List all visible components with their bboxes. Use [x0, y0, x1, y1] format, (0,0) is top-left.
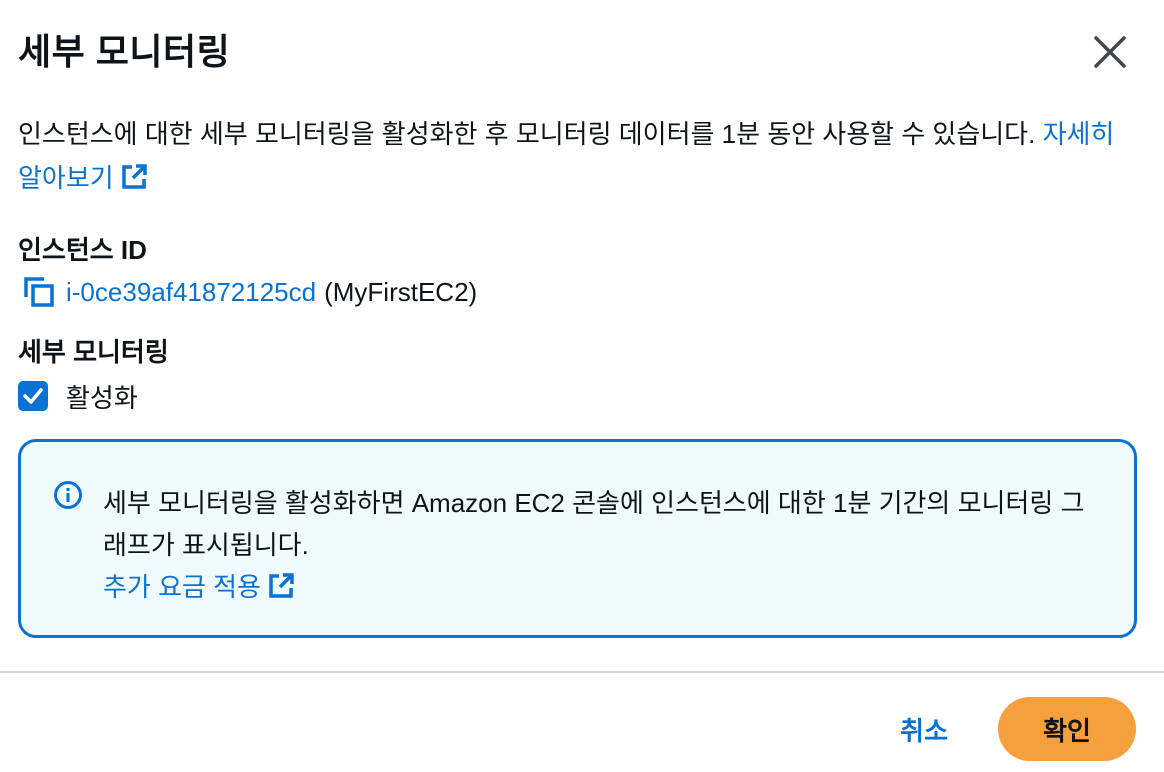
description: 인스턴스에 대한 세부 모니터링을 활성화한 후 모니터링 데이터를 1분 동안…	[18, 112, 1136, 200]
instance-id-link[interactable]: i-0ce39af41872125cd	[66, 277, 316, 308]
info-alert: 세부 모니터링을 활성화하면 Amazon EC2 콘솔에 인스턴스에 대한 1…	[18, 439, 1137, 638]
detailed-monitoring-section: 세부 모니터링	[18, 334, 169, 370]
alert-message: 세부 모니터링을 활성화하면 Amazon EC2 콘솔에 인스턴스에 대한 1…	[103, 482, 1094, 608]
instance-id-section: 인스턴스 ID	[18, 232, 147, 268]
instance-id-row: i-0ce39af41872125cd (MyFirstEC2)	[22, 272, 477, 312]
modal-header: 세부 모니터링	[18, 26, 1144, 82]
modal-title: 세부 모니터링	[18, 31, 231, 72]
enable-checkbox[interactable]	[18, 381, 48, 411]
additional-charges-label: 추가 요금 적용	[103, 572, 261, 602]
external-link-icon	[269, 573, 294, 598]
enable-checkbox-label: 활성화	[66, 382, 138, 413]
external-link-icon	[121, 164, 147, 189]
modal-body: 인스턴스에 대한 세부 모니터링을 활성화한 후 모니터링 데이터를 1분 동안…	[18, 112, 1136, 200]
detailed-monitoring-label: 세부 모니터링	[18, 337, 169, 367]
instance-id-label: 인스턴스 ID	[18, 235, 147, 265]
detailed-monitoring-modal: 세부 모니터링 인스턴스에 대한 세부 모니터링을 활성화한 후 모니터링 데이…	[0, 0, 1164, 772]
copy-icon[interactable]	[22, 275, 56, 309]
additional-charges-link[interactable]: 추가 요금 적용	[103, 572, 261, 602]
close-button[interactable]	[1090, 32, 1130, 72]
confirm-button[interactable]: 확인	[998, 697, 1136, 761]
checkmark-icon	[23, 388, 43, 404]
alert-text: 세부 모니터링을 활성화하면 Amazon EC2 콘솔에 인스턴스에 대한 1…	[103, 488, 1085, 560]
modal-footer: 취소 확인	[894, 697, 1136, 761]
close-icon	[1094, 36, 1126, 68]
instance-name: (MyFirstEC2)	[324, 276, 478, 307]
enable-checkbox-row[interactable]: 활성화	[18, 376, 138, 416]
description-text: 인스턴스에 대한 세부 모니터링을 활성화한 후 모니터링 데이터를 1분 동안…	[18, 119, 1043, 149]
info-icon	[54, 481, 82, 509]
footer-divider	[0, 671, 1164, 673]
cancel-button[interactable]: 취소	[894, 710, 954, 749]
